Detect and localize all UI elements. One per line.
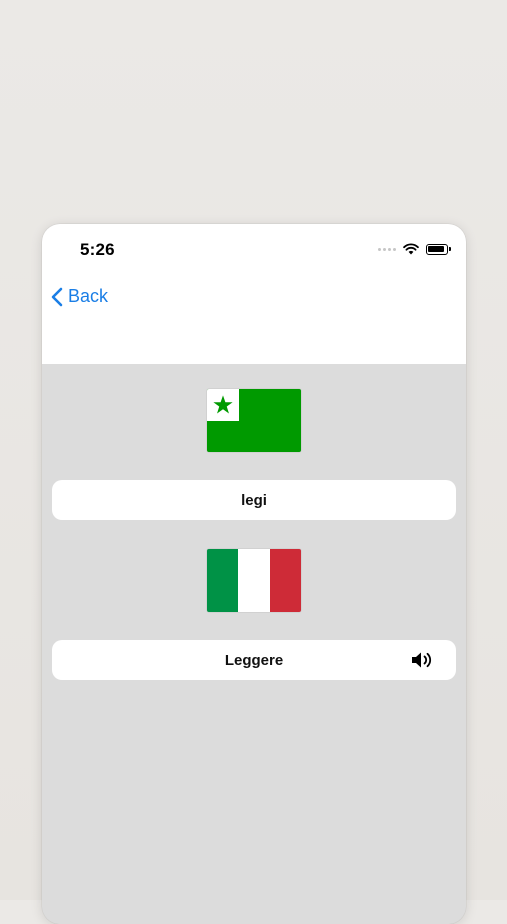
signal-dots-icon (378, 247, 396, 251)
italy-flag-icon (207, 549, 301, 612)
flag-stripe-red (269, 549, 301, 612)
source-word: legi (241, 491, 267, 509)
wifi-icon (403, 243, 419, 255)
translated-word-row: Leggere (52, 640, 456, 680)
navigation-header: 5:26 Back (42, 224, 466, 364)
chevron-left-icon (51, 287, 63, 306)
speaker-icon (412, 652, 432, 668)
back-button[interactable]: Back (50, 286, 108, 307)
source-word-row: legi (52, 480, 456, 520)
phone-screen: 5:26 Back legi Leggere (42, 224, 466, 924)
battery-icon (426, 243, 451, 255)
esperanto-flag-icon (207, 389, 301, 452)
translation-content: legi Leggere (42, 364, 466, 924)
flag-stripe-green (207, 549, 239, 612)
flag-canton (207, 389, 239, 421)
play-audio-button[interactable] (410, 650, 436, 670)
star-icon (213, 395, 233, 414)
translated-word: Leggere (224, 651, 284, 669)
status-icons (378, 242, 451, 256)
status-time: 5:26 (80, 240, 115, 259)
flag-stripe-white (238, 549, 270, 612)
back-label: Back (68, 286, 109, 306)
